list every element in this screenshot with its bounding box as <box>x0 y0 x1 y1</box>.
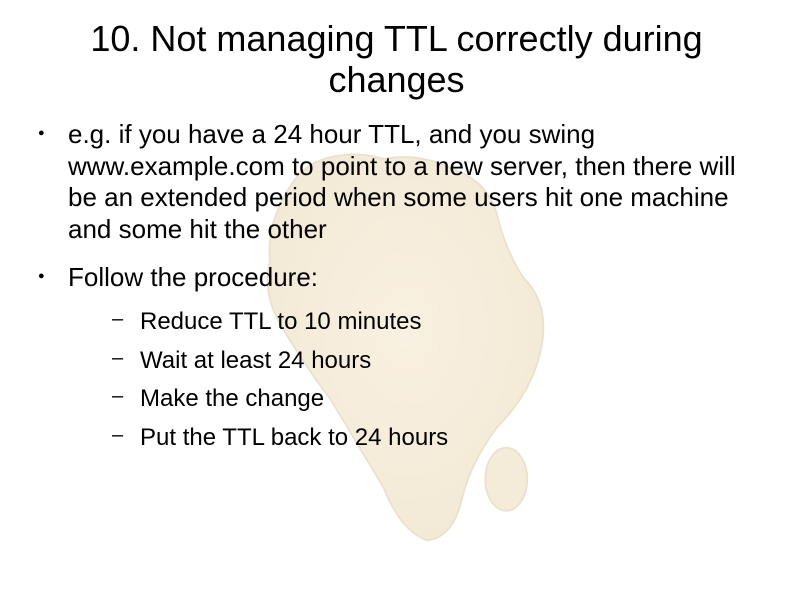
sub-bullet-text: Wait at least 24 hours <box>140 347 371 374</box>
sub-bullet-list: Reduce TTL to 10 minutes Wait at least 2… <box>68 303 753 457</box>
bullet-text: e.g. if you have a 24 hour TTL, and you … <box>68 119 736 244</box>
bullet-item: e.g. if you have a 24 hour TTL, and you … <box>30 119 753 246</box>
sub-bullet-item: Reduce TTL to 10 minutes <box>68 303 753 341</box>
sub-bullet-item: Make the change <box>68 380 753 418</box>
slide-title: 10. Not managing TTL correctly during ch… <box>40 18 753 101</box>
bullet-item: Follow the procedure: Reduce TTL to 10 m… <box>30 262 753 457</box>
sub-bullet-text: Make the change <box>140 385 324 412</box>
sub-bullet-text: Reduce TTL to 10 minutes <box>140 308 421 335</box>
sub-bullet-item: Put the TTL back to 24 hours <box>68 419 753 457</box>
bullet-list: e.g. if you have a 24 hour TTL, and you … <box>30 119 753 457</box>
sub-bullet-text: Put the TTL back to 24 hours <box>140 424 448 451</box>
slide: 10. Not managing TTL correctly during ch… <box>0 18 793 595</box>
bullet-text: Follow the procedure: <box>68 262 318 292</box>
sub-bullet-item: Wait at least 24 hours <box>68 342 753 380</box>
